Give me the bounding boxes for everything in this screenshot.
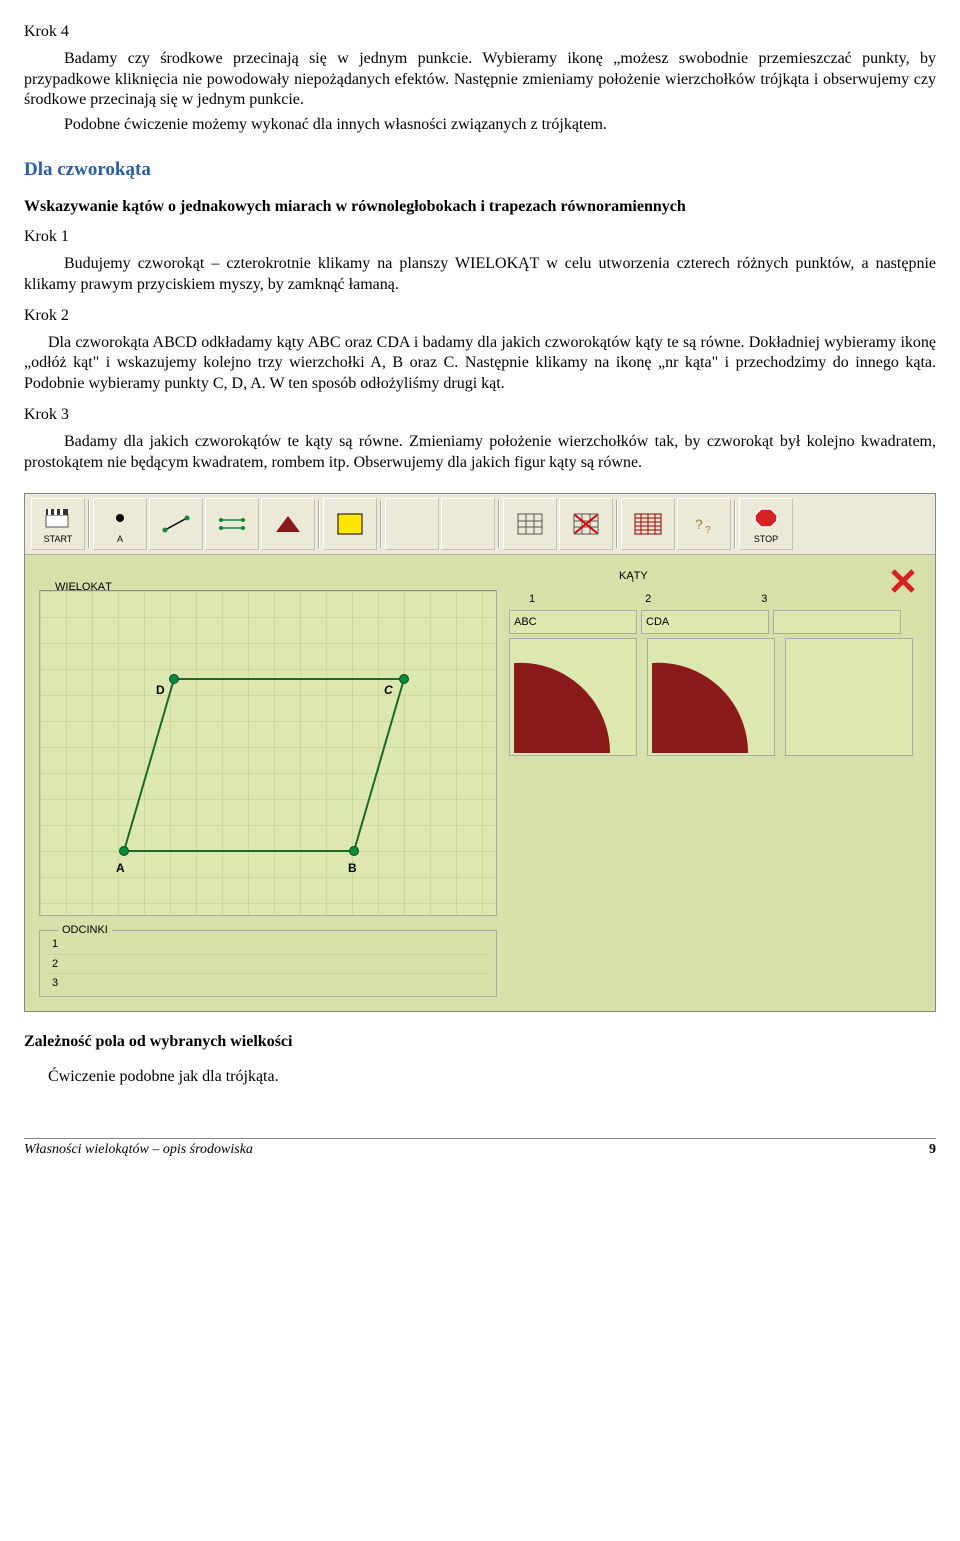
angle-name-cell-2: CDA	[641, 610, 769, 634]
krok2-para: Dla czworokąta ABCD odkładamy kąty ABC o…	[24, 333, 936, 395]
stop-sign-icon	[750, 504, 782, 532]
vertex-b[interactable]	[349, 846, 359, 856]
vertex-d-label: D	[156, 683, 165, 699]
point-icon	[104, 504, 136, 532]
blank-icon	[452, 510, 484, 538]
question-icon: ??	[688, 510, 720, 538]
krok4-heading: Krok 4	[24, 22, 936, 43]
segment-row-1[interactable]: 1	[46, 935, 490, 953]
angle-name-cell-1: ABC	[509, 610, 637, 634]
grid-icon	[514, 510, 546, 538]
parallel-button[interactable]	[205, 498, 259, 550]
toolbar: START A	[25, 494, 935, 555]
section-title: Dla czworokąta	[24, 158, 936, 183]
separator	[616, 500, 618, 548]
angle-wedge-1[interactable]	[509, 638, 637, 756]
workspace: WIELOKĄT A B C D ODCINKI 1 2 3	[25, 555, 935, 1011]
blank-icon	[396, 510, 428, 538]
angle-col-1: 1	[529, 592, 535, 606]
point-button[interactable]: A	[93, 498, 147, 550]
polygon-canvas[interactable]: A B C D	[39, 590, 497, 916]
segment-row-2[interactable]: 2	[46, 954, 490, 973]
svg-text:?: ?	[695, 516, 703, 532]
grid-button[interactable]	[503, 498, 557, 550]
close-icon[interactable]	[889, 567, 917, 595]
separator	[734, 500, 736, 548]
separator	[88, 500, 90, 548]
tail-heading: Zależność pola od wybranych wielkości	[24, 1032, 936, 1053]
empty-button-1[interactable]	[385, 498, 439, 550]
parallel-lines-icon	[216, 510, 248, 538]
vertex-c[interactable]	[399, 674, 409, 684]
angle-col-3: 3	[761, 592, 767, 606]
color-swatch-icon	[334, 510, 366, 538]
segments-panel: ODCINKI 1 2 3	[39, 930, 497, 997]
start-button[interactable]: START	[31, 498, 85, 550]
help-button[interactable]: ??	[677, 498, 731, 550]
footer-title: Własności wielokątów – opis środowiska	[24, 1141, 253, 1159]
angle-wedge-3[interactable]	[785, 638, 913, 756]
polygon-shape	[40, 591, 497, 916]
wedge-icon	[510, 639, 637, 756]
clapperboard-icon	[42, 504, 74, 532]
segments-panel-label: ODCINKI	[58, 923, 112, 937]
vertex-a-label: A	[116, 861, 125, 877]
app-window: START A	[24, 493, 936, 1012]
svg-text:?: ?	[705, 525, 711, 535]
krok4-para2: Podobne ćwiczenie możemy wykonać dla inn…	[24, 115, 936, 136]
krok1-para: Budujemy czworokąt – czterokrotnie klika…	[24, 254, 936, 296]
segment-row-3[interactable]: 3	[46, 973, 490, 992]
separator	[498, 500, 500, 548]
angle-col-2: 2	[645, 592, 651, 606]
separator	[318, 500, 320, 548]
krok2-heading: Krok 2	[24, 306, 936, 327]
krok3-heading: Krok 3	[24, 405, 936, 426]
wedge-icon	[648, 639, 775, 756]
tail-para: Ćwiczenie podobne jak dla trójkąta.	[24, 1067, 936, 1088]
krok1-heading: Krok 1	[24, 227, 936, 248]
angles-column-numbers: 1 2 3	[529, 592, 921, 606]
no-grid-button[interactable]	[559, 498, 613, 550]
vertex-a[interactable]	[119, 846, 129, 856]
pattern-icon	[632, 510, 664, 538]
grid-crossed-icon	[570, 510, 602, 538]
segment-button[interactable]	[149, 498, 203, 550]
triangle-fill-button[interactable]	[261, 498, 315, 550]
krok4-para1: Badamy czy środkowe przecinają się w jed…	[24, 49, 936, 111]
section-subheading: Wskazywanie kątów o jednakowych miarach …	[24, 197, 936, 218]
pattern-button[interactable]	[621, 498, 675, 550]
page-number: 9	[929, 1141, 936, 1159]
separator	[380, 500, 382, 548]
page-footer: Własności wielokątów – opis środowiska 9	[24, 1139, 936, 1159]
stop-button[interactable]: STOP	[739, 498, 793, 550]
vertex-b-label: B	[348, 861, 357, 877]
vertex-d[interactable]	[169, 674, 179, 684]
empty-button-2[interactable]	[441, 498, 495, 550]
triangle-icon	[272, 510, 304, 538]
angle-wedge-2[interactable]	[647, 638, 775, 756]
segment-icon	[160, 510, 192, 538]
color-button[interactable]	[323, 498, 377, 550]
vertex-c-label: C	[384, 683, 393, 699]
angles-title: KĄTY	[619, 569, 648, 583]
angles-header: KĄTY	[509, 569, 921, 583]
krok3-para: Badamy dla jakich czworokątów te kąty są…	[24, 432, 936, 474]
angle-name-cell-3	[773, 610, 901, 634]
